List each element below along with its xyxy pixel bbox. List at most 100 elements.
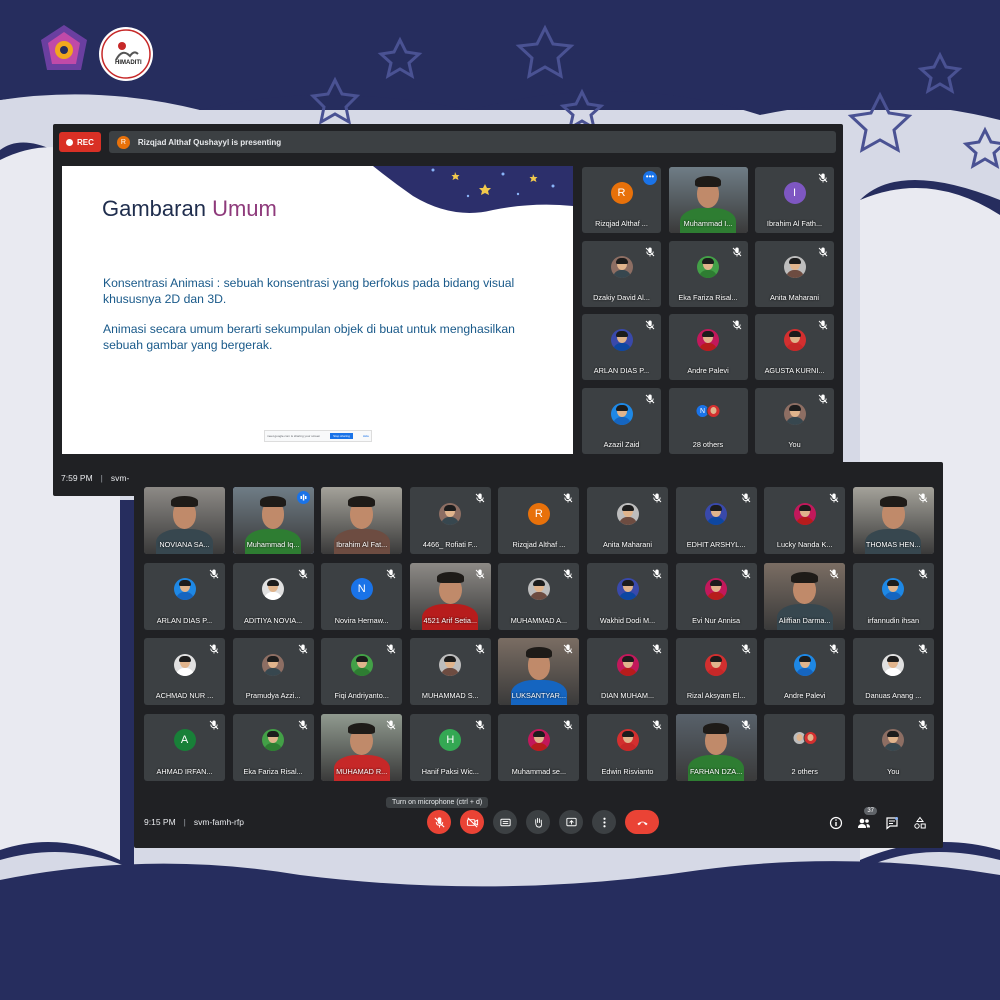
meeting-time: 9:15 PM <box>144 817 176 827</box>
participant-tile[interactable]: Lucky Nanda K... <box>764 487 846 554</box>
participant-tile[interactable]: LUKSANTYAR... <box>498 638 580 705</box>
participant-avatar <box>350 653 373 676</box>
participant-tile[interactable]: Evi Nur Annisa <box>675 562 757 630</box>
participant-tile[interactable]: DIAN MUHAM... <box>587 638 668 705</box>
more-options-button[interactable] <box>592 810 616 834</box>
participant-name: Muhammad se... <box>511 766 567 776</box>
participant-tile[interactable]: NOVIANA SA... <box>144 487 225 554</box>
participant-tile[interactable]: R ••• Rizqjad Althaf ... <box>582 167 661 233</box>
participant-tile[interactable]: ARLAN DIAS P... <box>144 562 225 630</box>
present-button[interactable] <box>559 810 583 834</box>
participant-tile[interactable]: Eka Fariza Risal... <box>232 713 314 781</box>
mic-off-icon <box>297 567 309 579</box>
participant-avatar <box>705 653 728 676</box>
mic-off-icon <box>817 318 829 330</box>
participant-tile[interactable]: FARHAN DZA... <box>675 713 757 781</box>
participant-tile[interactable]: N 28 others <box>668 387 748 454</box>
mic-off-icon <box>917 642 929 654</box>
participant-name: Rizqjad Althaf ... <box>512 540 566 549</box>
participant-tile[interactable]: A AHMAD IRFAN... <box>144 713 225 781</box>
participant-tile[interactable]: You <box>755 387 834 454</box>
participant-tile[interactable]: Ibrahim Al Fat... <box>321 487 403 554</box>
participant-tile[interactable]: Fiqi Andriyanto... <box>321 638 403 705</box>
participant-tile[interactable]: MUHAMMAD A... <box>498 562 580 630</box>
participant-tile[interactable]: N Novira Hernaw... <box>321 562 403 630</box>
microphone-button[interactable] <box>427 810 451 834</box>
participant-tile[interactable]: AGUSTA KURNI... <box>755 314 834 380</box>
participant-tile[interactable]: Wakhid Dodi M... <box>587 562 668 630</box>
participant-avatar: N <box>350 578 373 601</box>
raise-hand-button[interactable] <box>526 810 550 834</box>
mic-off-icon <box>740 642 752 654</box>
participant-tile[interactable]: Eka Fariza Risal... <box>668 240 748 307</box>
mic-off-icon <box>917 718 929 730</box>
participant-avatar <box>616 653 639 676</box>
himaditi-logo-text: HIMADITI <box>115 60 142 66</box>
participant-avatar <box>705 502 728 525</box>
participant-tile[interactable]: Andre Palevi <box>668 314 748 380</box>
participant-name: Lucky Nanda K... <box>776 540 833 549</box>
participant-tile[interactable]: Aliffian Darma... <box>764 562 846 630</box>
participant-tile[interactable]: 4521 Arif Setia... <box>409 562 491 630</box>
stop-sharing-button[interactable]: Stop sharing <box>330 433 353 439</box>
participant-name: ARLAN DIAS P... <box>593 366 650 375</box>
participant-name: Rizqjad Althaf ... <box>595 219 648 228</box>
info-icon <box>829 816 843 830</box>
participant-tile[interactable]: H Hanif Paksi Wic... <box>409 713 491 781</box>
participant-name: Anita Maharani <box>602 540 653 549</box>
participant-tile[interactable]: Danuas Anang ... <box>852 638 934 705</box>
recording-badge[interactable]: REC <box>59 132 101 152</box>
camera-button[interactable] <box>460 810 484 834</box>
activities-button[interactable] <box>913 816 927 830</box>
participant-tile[interactable]: ACHMAD NUR ... <box>144 638 225 705</box>
screen-share-bar: meet.google.com is sharing your screen S… <box>264 430 372 442</box>
participant-name: ARLAN DIAS P... <box>156 615 213 625</box>
participant-tile[interactable]: Muhammad Iq... <box>232 487 314 554</box>
participant-tile[interactable]: ADITIYA NOVIA... <box>232 562 314 630</box>
participant-tile[interactable]: Edwin Risvianto <box>587 713 668 781</box>
people-button[interactable]: 37 <box>857 807 877 830</box>
participant-tile[interactable]: You <box>852 713 934 781</box>
participant-name: Muhammad I... <box>683 219 733 228</box>
participant-name: AHMAD IRFAN... <box>156 766 213 776</box>
mic-off-icon <box>644 245 656 257</box>
tile-more-options-icon[interactable]: ••• <box>643 171 657 185</box>
participant-tile[interactable]: Muhammad I... <box>668 167 748 233</box>
participant-avatar <box>803 730 818 745</box>
participant-tile[interactable]: Muhammad se... <box>498 713 580 781</box>
participant-name: 28 others <box>692 439 724 449</box>
meeting-details-button[interactable] <box>829 816 843 830</box>
mic-off-icon <box>731 318 743 330</box>
participant-tile[interactable]: EDHIT ARSHYL... <box>675 487 757 554</box>
participant-tile[interactable]: Andre Palevi <box>764 638 846 705</box>
participant-avatar <box>705 578 728 601</box>
participant-tile[interactable]: Anita Maharani <box>755 240 834 307</box>
leave-call-button[interactable] <box>625 810 659 834</box>
mic-off-icon <box>562 491 574 503</box>
participant-tile[interactable]: I Ibrahim Al Fath... <box>755 167 834 233</box>
mic-off-icon <box>644 318 656 330</box>
participant-tile[interactable]: R Rizqjad Althaf ... <box>498 487 580 554</box>
participant-name: LUKSANTYAR... <box>511 691 566 700</box>
participant-tile[interactable]: Pramudya Azzi... <box>232 638 314 705</box>
participant-tile[interactable]: MUHAMAD R... <box>321 713 403 781</box>
hide-button[interactable]: Hide <box>363 434 369 438</box>
participant-tile[interactable]: 2 others <box>764 713 846 781</box>
captions-button[interactable] <box>493 810 517 834</box>
participant-tile[interactable]: Azazil Zaid <box>582 387 661 454</box>
participant-avatar <box>610 255 633 278</box>
participant-tile[interactable]: Dzakiy David Al... <box>582 240 661 307</box>
chat-button[interactable] <box>885 816 899 830</box>
participant-avatar <box>610 402 633 425</box>
participant-tile[interactable]: 4466_ Rofiati F... <box>409 487 491 554</box>
participant-tile[interactable]: ARLAN DIAS P... <box>582 314 661 380</box>
participant-tile[interactable]: irfannudin ihsan <box>852 562 934 630</box>
participant-name: Anita Maharani <box>769 292 820 302</box>
participant-tile[interactable]: MUHAMMAD S... <box>409 638 491 705</box>
participant-name: 4521 Arif Setia... <box>423 615 478 625</box>
participant-tile[interactable]: Anita Maharani <box>587 487 668 554</box>
participant-tile[interactable]: THOMAS HEN... <box>852 487 934 554</box>
participant-tile[interactable]: Rizal Aksyam El... <box>675 638 757 705</box>
meeting-code: svm-famh-rfp <box>193 817 244 827</box>
mic-off-icon <box>208 718 220 730</box>
